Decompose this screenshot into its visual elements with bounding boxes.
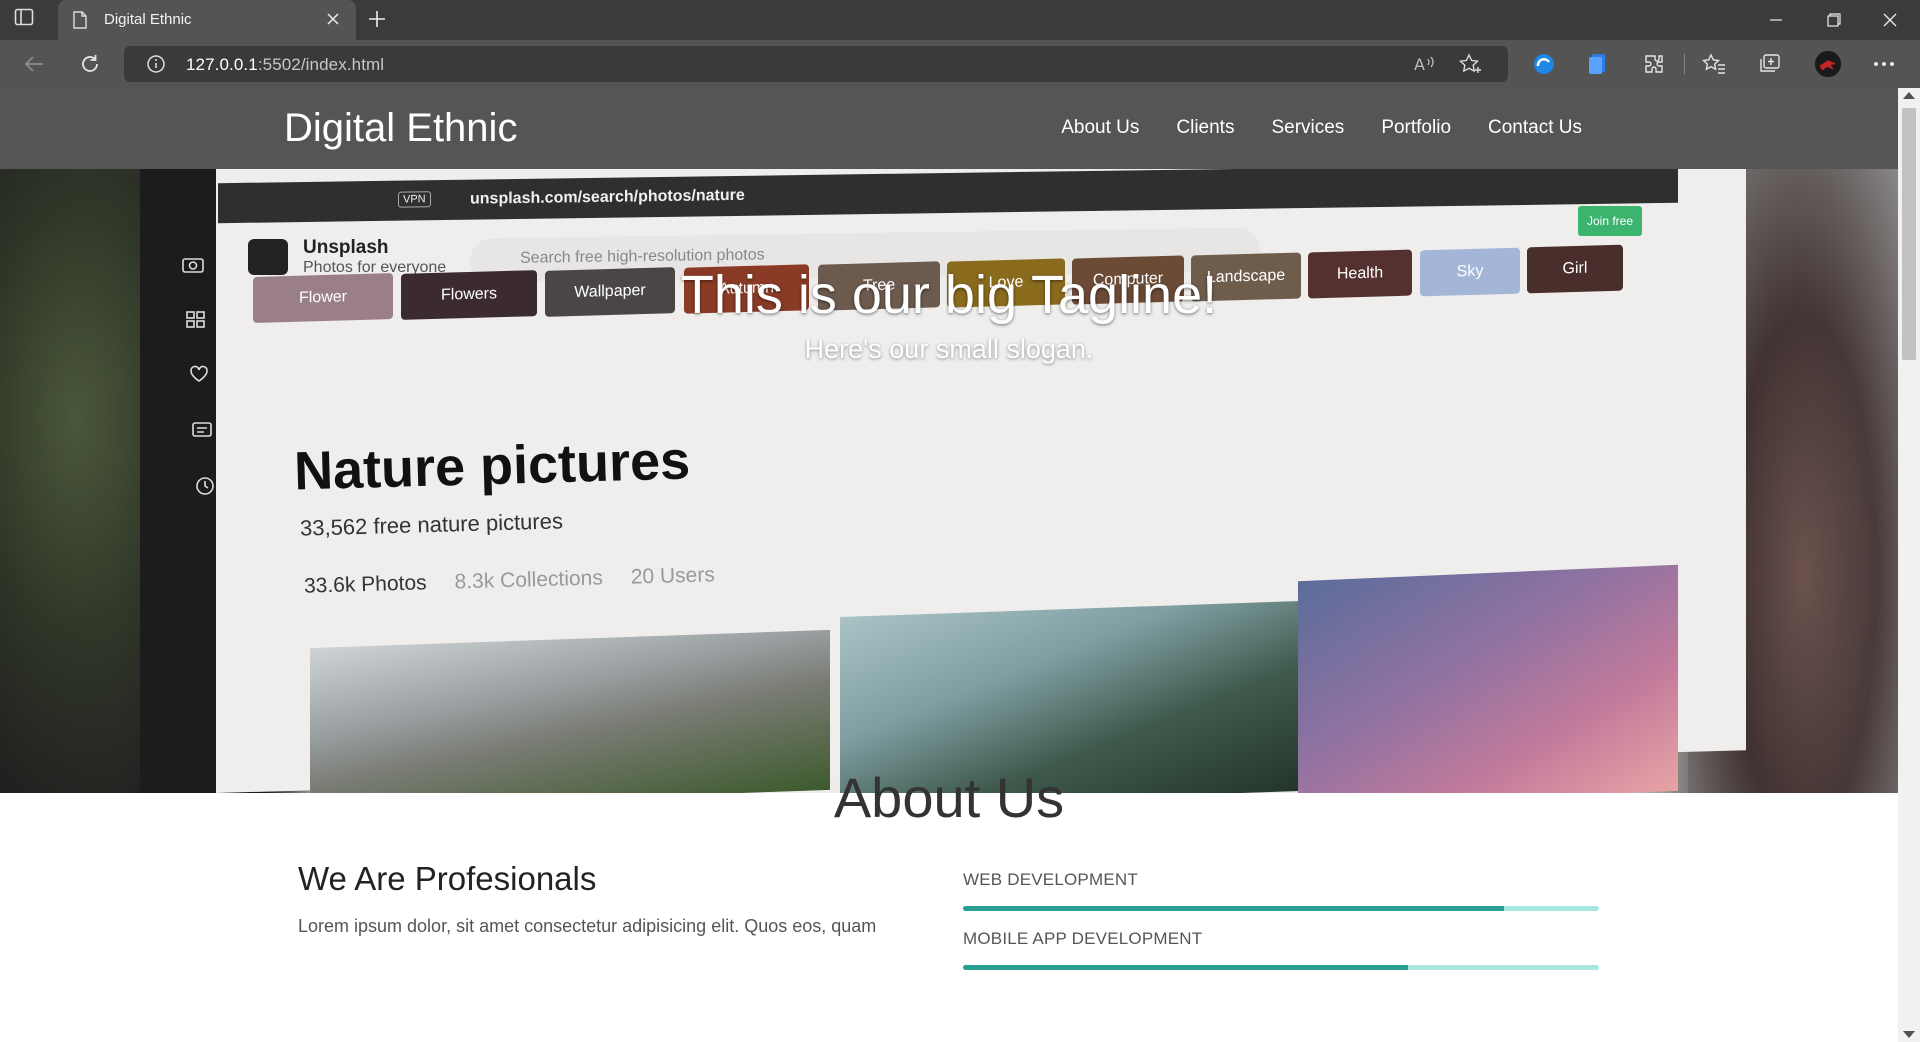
hero-tagline: This is our big Tagline! <box>680 265 1218 325</box>
restore-icon[interactable] <box>1806 0 1862 40</box>
refresh-icon[interactable] <box>76 50 104 78</box>
profile-avatar[interactable] <box>1814 50 1842 78</box>
add-favorite-icon[interactable] <box>1458 51 1484 77</box>
skill-web-development: WEB DEVELOPMENT <box>963 870 1599 911</box>
url-text: 127.0.0.1:5502/index.html <box>186 55 385 74</box>
nav-portfolio[interactable]: Portfolio <box>1381 117 1451 139</box>
nav-services[interactable]: Services <box>1271 117 1344 139</box>
skill-label: MOBILE APP DEVELOPMENT <box>963 929 1203 948</box>
skill-track <box>963 906 1599 911</box>
read-aloud-icon[interactable]: A <box>1412 51 1438 77</box>
hero-photo-sky-image <box>1298 564 1678 793</box>
hero-slogan: Here's our small slogan. <box>804 334 1094 364</box>
skill-label: WEB DEVELOPMENT <box>963 870 1138 889</box>
site-navbar: Digital Ethnic About Us Clients Services… <box>0 88 1898 169</box>
toolbar-separator <box>1684 54 1685 74</box>
tab-title: Digital Ethnic <box>104 11 192 28</box>
hero-photo-join-button: Join free <box>1578 206 1642 236</box>
address-bar[interactable]: 127.0.0.1:5502/index.html A <box>124 46 1508 82</box>
hero-photo-vpn-badge: VPN <box>398 191 431 208</box>
hero-photo-stat: 20 Users <box>630 563 716 589</box>
collections-extension-icon[interactable] <box>1584 50 1612 78</box>
history-icon <box>192 475 218 497</box>
browser-tab[interactable]: Digital Ethnic <box>58 0 356 40</box>
hero-photo-site-name: Unsplash <box>303 237 389 258</box>
hero-photo-stat: 33.6k Photos <box>303 571 427 598</box>
site-brand[interactable]: Digital Ethnic <box>284 106 517 151</box>
browser-toolbar: 127.0.0.1:5502/index.html A <box>0 40 1920 88</box>
edge-extension-icon[interactable] <box>1530 50 1558 78</box>
about-title: About Us <box>833 766 1065 829</box>
new-tab-icon[interactable] <box>366 8 392 32</box>
about-subtitle: We Are Profesionals <box>298 860 597 897</box>
skill-mobile-app-development: MOBILE APP DEVELOPMENT <box>963 929 1599 970</box>
extensions-icon[interactable] <box>1640 50 1668 78</box>
skill-progress-fill <box>963 906 1504 911</box>
favorites-icon[interactable] <box>1700 50 1728 78</box>
hero-section: VPN unsplash.com/search/photos/nature Un… <box>0 169 1898 793</box>
more-options-icon[interactable] <box>1870 50 1898 78</box>
scroll-down-icon[interactable] <box>1903 1031 1915 1038</box>
nav-contact-us[interactable]: Contact Us <box>1488 117 1582 139</box>
close-window-icon[interactable] <box>1862 0 1918 40</box>
heart-icon <box>186 363 212 385</box>
tab-actions-icon[interactable] <box>14 8 40 32</box>
page-scrollbar[interactable] <box>1898 88 1920 1042</box>
browser-tab-bar: Digital Ethnic <box>0 0 1920 40</box>
site-nav: About Us Clients Services Portfolio Cont… <box>1061 117 1582 139</box>
minimize-icon[interactable] <box>1748 0 1804 40</box>
page-icon <box>72 11 88 34</box>
page-viewport: Digital Ethnic About Us Clients Services… <box>0 88 1898 1042</box>
scroll-up-icon[interactable] <box>1903 92 1915 99</box>
nav-about-us[interactable]: About Us <box>1061 117 1139 139</box>
hero-photo-heading: Nature pictures <box>293 430 691 502</box>
collections-icon[interactable] <box>1756 50 1784 78</box>
nav-clients[interactable]: Clients <box>1176 117 1234 139</box>
news-icon <box>189 419 215 441</box>
svg-text:A: A <box>1414 55 1425 74</box>
scrollbar-thumb[interactable] <box>1902 108 1916 360</box>
back-icon[interactable] <box>20 50 48 78</box>
hero-photo-url: unsplash.com/search/photos/nature <box>470 186 745 208</box>
close-tab-icon[interactable] <box>324 10 342 33</box>
about-text: Lorem ipsum dolor, sit amet consectetur … <box>298 916 877 936</box>
skill-progress-fill <box>963 965 1409 970</box>
hero-photo-stat: 8.3k Collections <box>454 566 604 594</box>
site-info-icon[interactable] <box>146 54 166 79</box>
skill-track <box>963 965 1599 970</box>
